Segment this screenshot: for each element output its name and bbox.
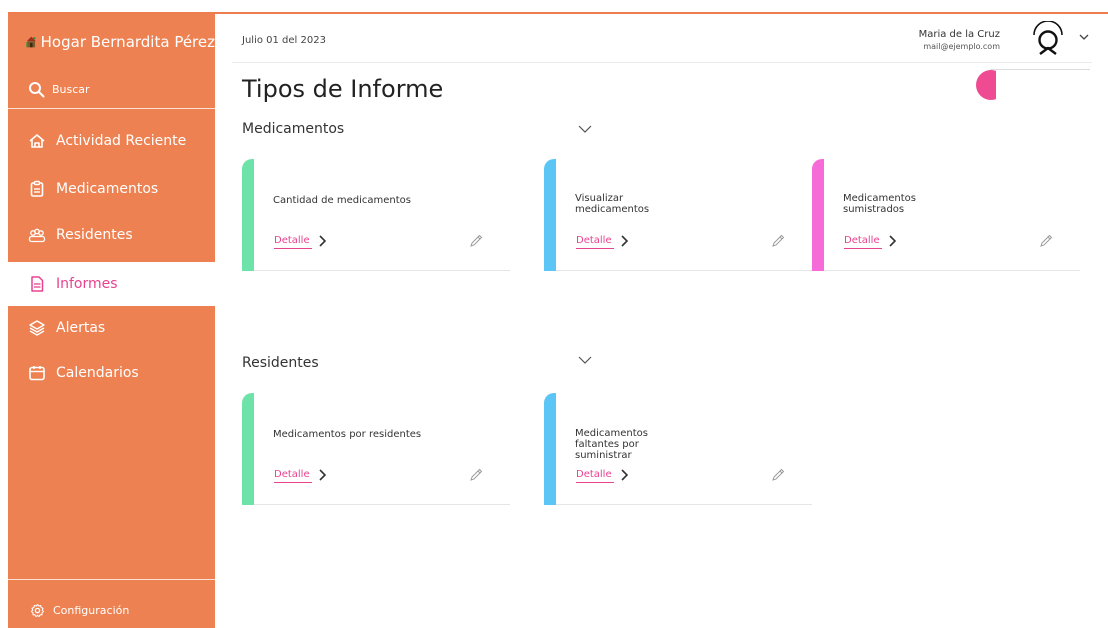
sidebar-item-calendarios[interactable]: Calendarios: [8, 352, 215, 394]
card-accent-bar: [242, 393, 254, 505]
chevron-right-icon[interactable]: [620, 469, 628, 481]
card-title: Cantidad de medicamentos: [273, 195, 411, 206]
pencil-icon[interactable]: [1038, 233, 1054, 249]
detail-link[interactable]: Detalle: [274, 469, 312, 483]
sidebar-item-residentes[interactable]: Residentes: [8, 214, 215, 256]
section-title-medicamentos: Medicamentos: [242, 121, 345, 137]
sidebar-item-alertas[interactable]: Alertas: [8, 307, 215, 349]
house-logo-icon: [26, 36, 36, 48]
report-card[interactable]: Medicamentos por residentes Detalle: [242, 393, 510, 505]
search-button[interactable]: Buscar: [8, 70, 215, 108]
sidebar-item-label: Residentes: [56, 227, 133, 243]
card-accent-bar: [544, 393, 556, 505]
chevron-right-icon[interactable]: [620, 235, 628, 247]
report-card[interactable]: Medicamentos faltantes por suministrar D…: [544, 393, 812, 505]
people-icon: [28, 226, 46, 244]
card-title: Medicamentos por residentes: [273, 429, 422, 440]
header-divider: [232, 62, 1092, 63]
card-accent-bar: [242, 159, 254, 271]
document-icon: [28, 275, 46, 293]
detail-link[interactable]: Detalle: [844, 235, 882, 249]
sidebar-item-label: Alertas: [56, 320, 106, 336]
sidebar-item-actividad-reciente[interactable]: Actividad Reciente: [8, 120, 215, 162]
calendar-icon: [28, 364, 46, 382]
user-email: mail@ejemplo.com: [923, 42, 1000, 51]
pencil-icon[interactable]: [468, 233, 484, 249]
chevron-down-icon[interactable]: [1078, 32, 1090, 42]
report-card[interactable]: Cantidad de medicamentos Detalle: [242, 159, 510, 271]
user-name: Maria de la Cruz: [918, 29, 1000, 40]
clipboard-icon: [28, 180, 46, 198]
sidebar-item-label: Calendarios: [56, 365, 139, 381]
chevron-right-icon[interactable]: [318, 235, 326, 247]
card-title: Visualizar medicamentos: [575, 193, 650, 215]
avatar-icon[interactable]: [1030, 21, 1066, 57]
chevron-down-icon[interactable]: [577, 355, 593, 365]
layers-icon: [28, 319, 46, 337]
sidebar-item-label: Informes: [56, 276, 118, 292]
current-date: Julio 01 del 2023: [242, 35, 326, 46]
chevron-right-icon[interactable]: [888, 235, 896, 247]
sidebar-item-label: Medicamentos: [56, 181, 159, 197]
pencil-icon[interactable]: [770, 233, 786, 249]
sidebar-item-medicamentos[interactable]: Medicamentos: [8, 168, 215, 210]
settings-label: Configuración: [53, 603, 130, 617]
card-title: Medicamentos sumistrados: [843, 193, 917, 215]
chevron-down-icon[interactable]: [577, 124, 593, 134]
brand-name: Hogar Bernardita Pérez: [40, 33, 215, 51]
brand[interactable]: Hogar Bernardita Pérez: [8, 14, 215, 70]
search-label: Buscar: [52, 82, 90, 96]
section-title-residentes: Residentes: [242, 355, 319, 371]
card-title: Medicamentos faltantes por suministrar: [575, 428, 649, 461]
report-card[interactable]: Visualizar medicamentos Detalle: [544, 159, 812, 271]
sidebar-divider: [8, 108, 215, 109]
pencil-icon[interactable]: [770, 467, 786, 483]
detail-link[interactable]: Detalle: [274, 235, 312, 249]
gear-icon: [30, 603, 45, 617]
sidebar-item-label: Actividad Reciente: [56, 133, 187, 149]
card-accent-bar: [544, 159, 556, 271]
card-accent-bar: [812, 159, 824, 271]
settings-button[interactable]: Configuración: [8, 592, 215, 628]
sidebar-divider: [8, 579, 215, 580]
report-card[interactable]: Medicamentos sumistrados Detalle: [812, 159, 1080, 271]
pencil-icon[interactable]: [468, 467, 484, 483]
notification-dot: [976, 70, 996, 100]
page-title: Tipos de Informe: [242, 75, 444, 103]
sidebar: Hogar Bernardita Pérez Buscar Actividad …: [8, 14, 215, 628]
home-icon: [28, 132, 46, 150]
dropdown-edge: [990, 69, 1090, 70]
detail-link[interactable]: Detalle: [576, 235, 614, 249]
chevron-right-icon[interactable]: [318, 469, 326, 481]
sidebar-item-informes[interactable]: Informes: [8, 262, 215, 306]
detail-link[interactable]: Detalle: [576, 469, 614, 483]
search-icon: [29, 81, 45, 97]
